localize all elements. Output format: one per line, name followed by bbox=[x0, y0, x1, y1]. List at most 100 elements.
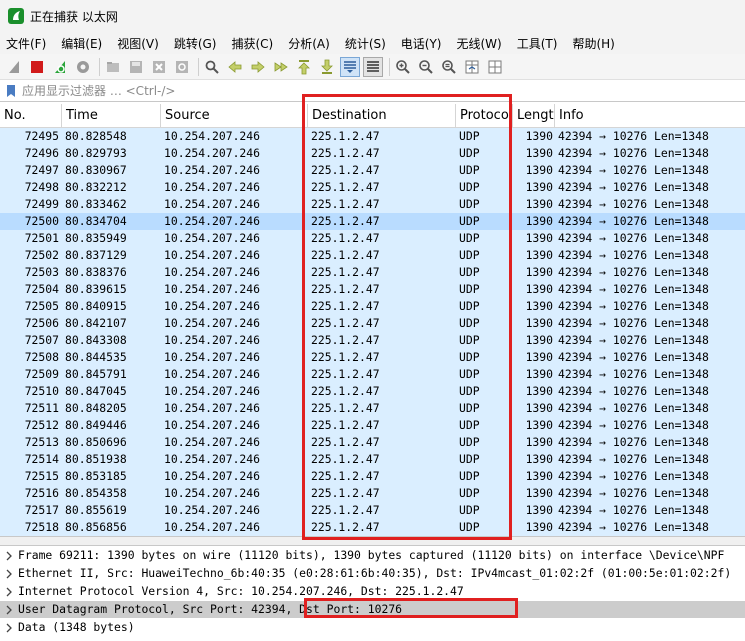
packet-cell-src: 10.254.207.246 bbox=[164, 146, 261, 160]
close-file-icon[interactable] bbox=[149, 57, 169, 77]
packet-row[interactable]: 72504 80.839615 10.254.207.246 225.1.2.47 UD… bbox=[0, 281, 745, 298]
go-last-packet-icon[interactable] bbox=[317, 57, 337, 77]
packet-row[interactable]: 72516 80.854358 10.254.207.246 225.1.2.47 UD… bbox=[0, 485, 745, 502]
menu-item[interactable]: 分析(A) bbox=[288, 35, 330, 52]
display-filter-input[interactable] bbox=[22, 83, 722, 98]
menu-item[interactable]: 帮助(H) bbox=[572, 35, 614, 52]
packet-row[interactable]: 72501 80.835949 10.254.207.246 225.1.2.47 UD… bbox=[0, 230, 745, 247]
packet-row[interactable]: 72503 80.838376 10.254.207.246 225.1.2.47 UD… bbox=[0, 264, 745, 281]
go-to-packet-icon[interactable] bbox=[271, 57, 291, 77]
capture-options-icon[interactable] bbox=[73, 57, 93, 77]
menu-item[interactable]: 视图(V) bbox=[117, 35, 159, 52]
packet-cell-time: 80.828548 bbox=[65, 129, 127, 143]
detail-tree-row[interactable]: User Datagram Protocol, Src Port: 42394,… bbox=[0, 601, 745, 618]
packet-row[interactable]: 72515 80.853185 10.254.207.246 225.1.2.47 UD… bbox=[0, 468, 745, 485]
packet-cell-time: 80.832212 bbox=[65, 180, 127, 194]
open-file-icon[interactable] bbox=[103, 57, 123, 77]
column-header-no[interactable]: No. bbox=[0, 104, 62, 128]
packet-row[interactable]: 72507 80.843308 10.254.207.246 225.1.2.47 UD… bbox=[0, 332, 745, 349]
detail-text: Internet Protocol Version 4, Src: 10.254… bbox=[18, 584, 464, 598]
menu-item[interactable]: 文件(F) bbox=[6, 35, 46, 52]
detail-tree-row[interactable]: Internet Protocol Version 4, Src: 10.254… bbox=[0, 583, 745, 600]
packet-row[interactable]: 72500 80.834704 10.254.207.246 225.1.2.47 UD… bbox=[0, 213, 745, 230]
chevron-right-icon[interactable] bbox=[0, 551, 18, 561]
packet-cell-no: 72507 bbox=[24, 333, 59, 347]
filter-bookmark-icon[interactable] bbox=[4, 84, 18, 98]
packet-row[interactable]: 72508 80.844535 10.254.207.246 225.1.2.47 UD… bbox=[0, 349, 745, 366]
packet-row[interactable]: 72498 80.832212 10.254.207.246 225.1.2.47 UD… bbox=[0, 179, 745, 196]
packet-row[interactable]: 72517 80.855619 10.254.207.246 225.1.2.47 UD… bbox=[0, 502, 745, 519]
packet-cell-len: 1390 bbox=[525, 350, 553, 364]
packet-cell-dst: 225.1.2.47 bbox=[311, 520, 380, 534]
packet-cell-proto: UDP bbox=[459, 333, 480, 347]
packet-row[interactable]: 72513 80.850696 10.254.207.246 225.1.2.47 UD… bbox=[0, 434, 745, 451]
menu-item[interactable]: 无线(W) bbox=[457, 35, 502, 52]
packet-row[interactable]: 72510 80.847045 10.254.207.246 225.1.2.47 UD… bbox=[0, 383, 745, 400]
menu-item[interactable]: 编辑(E) bbox=[61, 35, 102, 52]
column-header-info[interactable]: Info bbox=[555, 104, 745, 128]
menu-item[interactable]: 跳转(G) bbox=[174, 35, 217, 52]
go-back-icon[interactable] bbox=[225, 57, 245, 77]
packet-row[interactable]: 72496 80.829793 10.254.207.246 225.1.2.47 UD… bbox=[0, 145, 745, 162]
detail-tree-row[interactable]: Frame 69211: 1390 bytes on wire (11120 b… bbox=[0, 547, 745, 564]
packet-cell-src: 10.254.207.246 bbox=[164, 248, 261, 262]
column-header-length[interactable]: Lengt bbox=[513, 104, 555, 128]
packet-row[interactable]: 72518 80.856856 10.254.207.246 225.1.2.47 UD… bbox=[0, 519, 745, 536]
go-first-packet-icon[interactable] bbox=[294, 57, 314, 77]
packet-cell-info: 42394 → 10276 Len=1348 bbox=[558, 180, 709, 194]
zoom-in-icon[interactable] bbox=[393, 57, 413, 77]
detail-tree-row[interactable]: Data (1348 bytes) bbox=[0, 619, 745, 636]
column-header-source[interactable]: Source bbox=[161, 104, 308, 128]
packet-cell-proto: UDP bbox=[459, 214, 480, 228]
stop-capture-icon[interactable] bbox=[27, 57, 47, 77]
save-file-icon[interactable] bbox=[126, 57, 146, 77]
packet-cell-dst: 225.1.2.47 bbox=[311, 231, 380, 245]
chevron-right-icon[interactable] bbox=[0, 587, 18, 597]
zoom-out-icon[interactable] bbox=[416, 57, 436, 77]
menu-bar: 文件(F) 编辑(E) 视图(V) 跳转(G) 捕获(C) 分析(A) 统计(S) 电话(Y)… bbox=[0, 32, 745, 54]
chevron-right-icon[interactable] bbox=[0, 569, 18, 579]
packet-row[interactable]: 72511 80.848205 10.254.207.246 225.1.2.47 UD… bbox=[0, 400, 745, 417]
find-packet-icon[interactable] bbox=[202, 57, 222, 77]
packet-cell-proto: UDP bbox=[459, 486, 480, 500]
packet-row[interactable]: 72512 80.849446 10.254.207.246 225.1.2.47 UD… bbox=[0, 417, 745, 434]
packet-row[interactable]: 72506 80.842107 10.254.207.246 225.1.2.47 UD… bbox=[0, 315, 745, 332]
packet-cell-len: 1390 bbox=[525, 180, 553, 194]
menu-item[interactable]: 电话(Y) bbox=[401, 35, 442, 52]
reload-file-icon[interactable] bbox=[172, 57, 192, 77]
go-forward-icon[interactable] bbox=[248, 57, 268, 77]
menu-item[interactable]: 捕获(C) bbox=[231, 35, 273, 52]
start-capture-icon[interactable] bbox=[4, 57, 24, 77]
packet-row[interactable]: 72502 80.837129 10.254.207.246 225.1.2.47 UD… bbox=[0, 247, 745, 264]
chevron-right-icon[interactable] bbox=[0, 605, 18, 615]
auto-scroll-icon[interactable] bbox=[340, 56, 360, 77]
packet-row[interactable]: 72497 80.830967 10.254.207.246 225.1.2.47 UD… bbox=[0, 162, 745, 179]
resize-columns-icon[interactable] bbox=[462, 57, 482, 77]
packet-cell-proto: UDP bbox=[459, 350, 480, 364]
packet-cell-no: 72512 bbox=[24, 418, 59, 432]
chevron-right-icon[interactable] bbox=[0, 623, 18, 633]
menu-item[interactable]: 统计(S) bbox=[345, 35, 386, 52]
normal-size-icon[interactable] bbox=[439, 57, 459, 77]
packet-cell-proto: UDP bbox=[459, 231, 480, 245]
menu-item[interactable]: 工具(T) bbox=[517, 35, 558, 52]
packet-cell-proto: UDP bbox=[459, 197, 480, 211]
packet-cell-proto: UDP bbox=[459, 503, 480, 517]
packet-cell-dst: 225.1.2.47 bbox=[311, 418, 380, 432]
packet-cell-proto: UDP bbox=[459, 520, 480, 534]
packet-row[interactable]: 72505 80.840915 10.254.207.246 225.1.2.47 UD… bbox=[0, 298, 745, 315]
restart-capture-icon[interactable] bbox=[50, 57, 70, 77]
columns-grid-icon[interactable] bbox=[485, 57, 505, 77]
packet-cell-dst: 225.1.2.47 bbox=[311, 367, 380, 381]
column-header-time[interactable]: Time bbox=[62, 104, 161, 128]
detail-tree-row[interactable]: Ethernet II, Src: HuaweiTechno_6b:40:35 … bbox=[0, 565, 745, 582]
column-header-protocol[interactable]: Protoco bbox=[456, 104, 513, 128]
colorize-icon[interactable] bbox=[363, 56, 383, 77]
pane-splitter[interactable] bbox=[0, 536, 745, 546]
packet-row[interactable]: 72495 80.828548 10.254.207.246 225.1.2.47 UD… bbox=[0, 128, 745, 145]
column-header-destination[interactable]: Destination bbox=[308, 104, 456, 128]
packet-row[interactable]: 72514 80.851938 10.254.207.246 225.1.2.47 UD… bbox=[0, 451, 745, 468]
packet-row[interactable]: 72509 80.845791 10.254.207.246 225.1.2.47 UD… bbox=[0, 366, 745, 383]
packet-cell-dst: 225.1.2.47 bbox=[311, 316, 380, 330]
packet-row[interactable]: 72499 80.833462 10.254.207.246 225.1.2.47 UD… bbox=[0, 196, 745, 213]
